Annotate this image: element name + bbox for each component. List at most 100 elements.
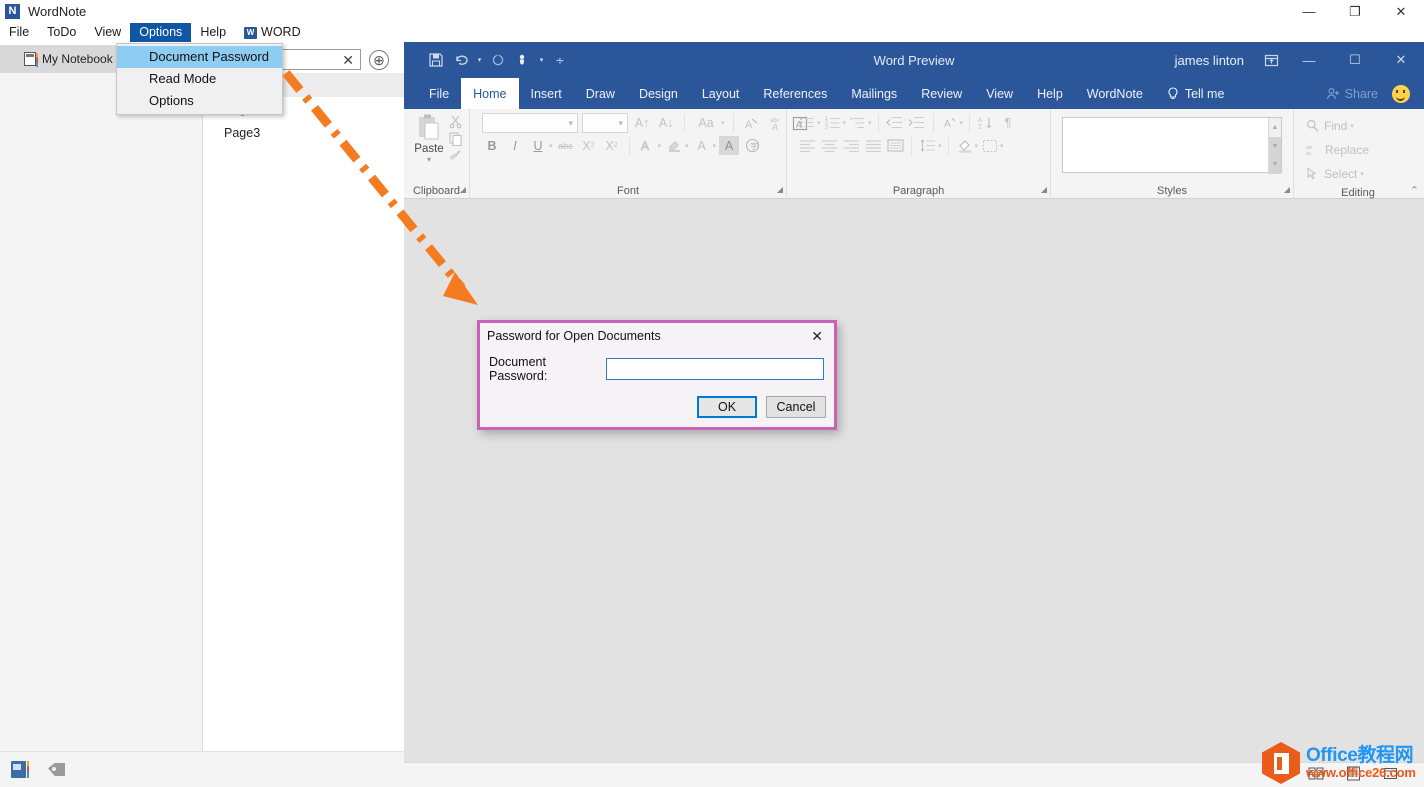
cut-icon[interactable] (448, 114, 463, 129)
styles-scroll-up-icon[interactable]: ▲ (1269, 118, 1281, 137)
tab-view[interactable]: View (974, 78, 1025, 109)
tab-layout[interactable]: Layout (690, 78, 752, 109)
change-case-icon[interactable]: Aa (693, 114, 719, 133)
underline-icon[interactable]: U (528, 136, 548, 155)
show-formatting-marks-icon[interactable]: ¶ (998, 113, 1018, 132)
clipboard-dialog-launcher-icon[interactable]: ◢ (460, 182, 466, 198)
undo-dropdown-icon[interactable]: ▾ (475, 49, 484, 71)
tab-design[interactable]: Design (627, 78, 690, 109)
phonetic-guide-icon[interactable]: abcA (766, 114, 786, 133)
notebooks-icon[interactable] (11, 761, 26, 778)
menu-item-options[interactable]: Options (130, 23, 191, 42)
tab-mailings[interactable]: Mailings (839, 78, 909, 109)
styles-dialog-launcher-icon[interactable]: ◢ (1284, 182, 1290, 198)
enclose-characters-icon[interactable]: 字 (742, 136, 762, 155)
menu-item-word[interactable]: W WORD (235, 23, 310, 42)
tab-draw[interactable]: Draw (574, 78, 627, 109)
borders-icon[interactable] (980, 136, 1000, 155)
tab-insert[interactable]: Insert (519, 78, 574, 109)
menu-item-read-mode[interactable]: Read Mode (117, 68, 282, 90)
styles-scroll-down-icon[interactable]: ▼ (1269, 137, 1281, 156)
shrink-font-icon[interactable]: A↓ (656, 114, 676, 133)
word-minimize-icon[interactable]: — (1286, 42, 1332, 78)
superscript-icon[interactable]: X2 (602, 136, 622, 155)
paragraph-dialog-launcher-icon[interactable]: ◢ (1041, 182, 1047, 198)
font-dialog-launcher-icon[interactable]: ◢ (777, 182, 783, 198)
borders-dropdown-icon[interactable]: ▾ (1000, 142, 1004, 150)
tab-help[interactable]: Help (1025, 78, 1075, 109)
undo-icon[interactable] (450, 49, 472, 71)
document-canvas[interactable] (404, 199, 1424, 763)
menu-item-help[interactable]: Help (191, 23, 235, 42)
numbering-icon[interactable]: 123 (823, 113, 843, 132)
redo-icon[interactable] (487, 49, 509, 71)
find-dropdown-icon[interactable]: ▾ (1350, 122, 1354, 130)
align-left-icon[interactable] (797, 136, 817, 155)
asian-layout-icon[interactable]: A (940, 113, 960, 132)
dialog-close-icon[interactable]: ✕ (806, 328, 828, 345)
menu-item-todo[interactable]: ToDo (38, 23, 85, 42)
tab-wordnote[interactable]: WordNote (1075, 78, 1155, 109)
clear-search-icon[interactable]: ✕ (342, 53, 354, 67)
tab-home[interactable]: Home (461, 78, 518, 109)
bold-icon[interactable]: B (482, 136, 502, 155)
font-color-icon[interactable]: A (692, 136, 712, 155)
bullets-icon[interactable] (797, 113, 817, 132)
text-highlight-dropdown-icon[interactable]: ▾ (685, 142, 689, 150)
subscript-icon[interactable]: X2 (579, 136, 599, 155)
share-button[interactable]: Share (1318, 87, 1386, 101)
touch-dropdown-icon[interactable]: ▾ (537, 49, 546, 71)
select-button[interactable]: Select ▾ (1306, 162, 1364, 185)
paste-button[interactable]: Paste ▾ (410, 112, 448, 164)
numbering-dropdown-icon[interactable]: ▾ (843, 119, 847, 127)
asian-layout-dropdown-icon[interactable]: ▾ (960, 119, 964, 127)
smiley-icon[interactable] (1392, 85, 1410, 103)
ok-button[interactable]: OK (697, 396, 757, 418)
touch-mode-icon[interactable] (512, 49, 534, 71)
menu-item-document-password[interactable]: Document Password (117, 46, 282, 68)
ribbon-display-options-icon[interactable] (1256, 42, 1286, 78)
multilevel-list-dropdown-icon[interactable]: ▾ (868, 119, 872, 127)
line-spacing-icon[interactable] (918, 136, 938, 155)
text-highlight-icon[interactable] (664, 136, 684, 155)
close-icon[interactable]: ✕ (1378, 0, 1424, 23)
find-button[interactable]: Find ▾ (1306, 114, 1354, 137)
align-right-icon[interactable] (841, 136, 861, 155)
list-item[interactable]: Page3 (203, 121, 404, 145)
add-notebook-button[interactable]: ⊕ (369, 50, 389, 70)
decrease-indent-icon[interactable] (885, 113, 905, 132)
paste-dropdown-icon[interactable]: ▾ (427, 155, 431, 164)
distribute-icon[interactable] (885, 136, 905, 155)
shading-dropdown-icon[interactable]: ▾ (975, 142, 979, 150)
styles-more-icon[interactable]: ▼ (1269, 155, 1281, 174)
text-effects-icon[interactable]: A (637, 136, 657, 155)
styles-scrollbar[interactable]: ▲ ▼ ▼ (1268, 118, 1281, 174)
character-shading-icon[interactable]: A (719, 136, 739, 155)
justify-icon[interactable] (863, 136, 883, 155)
text-effects-dropdown-icon[interactable]: ▾ (658, 142, 662, 150)
tab-references[interactable]: References (751, 78, 839, 109)
clear-formatting-icon[interactable]: A (742, 114, 762, 133)
save-icon[interactable] (425, 49, 447, 71)
tab-file[interactable]: File (417, 78, 461, 109)
multilevel-list-icon[interactable]: a (848, 113, 868, 132)
minimize-icon[interactable]: — (1286, 0, 1332, 23)
collapse-ribbon-icon[interactable]: ⌃ (1410, 184, 1419, 197)
copy-icon[interactable] (448, 131, 463, 146)
increase-indent-icon[interactable] (907, 113, 927, 132)
restore-icon[interactable]: ❐ (1332, 0, 1378, 23)
align-center-icon[interactable] (819, 136, 839, 155)
menu-item-options[interactable]: Options (117, 90, 282, 112)
menu-item-view[interactable]: View (85, 23, 130, 42)
document-password-input[interactable] (606, 358, 824, 380)
grow-font-icon[interactable]: A↑ (632, 114, 652, 133)
format-painter-icon[interactable] (448, 148, 463, 163)
font-name-combo[interactable]: ▾ (482, 113, 578, 133)
font-color-dropdown-icon[interactable]: ▾ (713, 142, 717, 150)
word-close-icon[interactable]: ✕ (1378, 42, 1424, 78)
italic-icon[interactable]: I (505, 136, 525, 155)
styles-gallery[interactable]: ▲ ▼ ▼ (1062, 117, 1282, 173)
select-dropdown-icon[interactable]: ▾ (1360, 170, 1364, 178)
shading-icon[interactable] (955, 136, 975, 155)
line-spacing-dropdown-icon[interactable]: ▾ (938, 142, 942, 150)
